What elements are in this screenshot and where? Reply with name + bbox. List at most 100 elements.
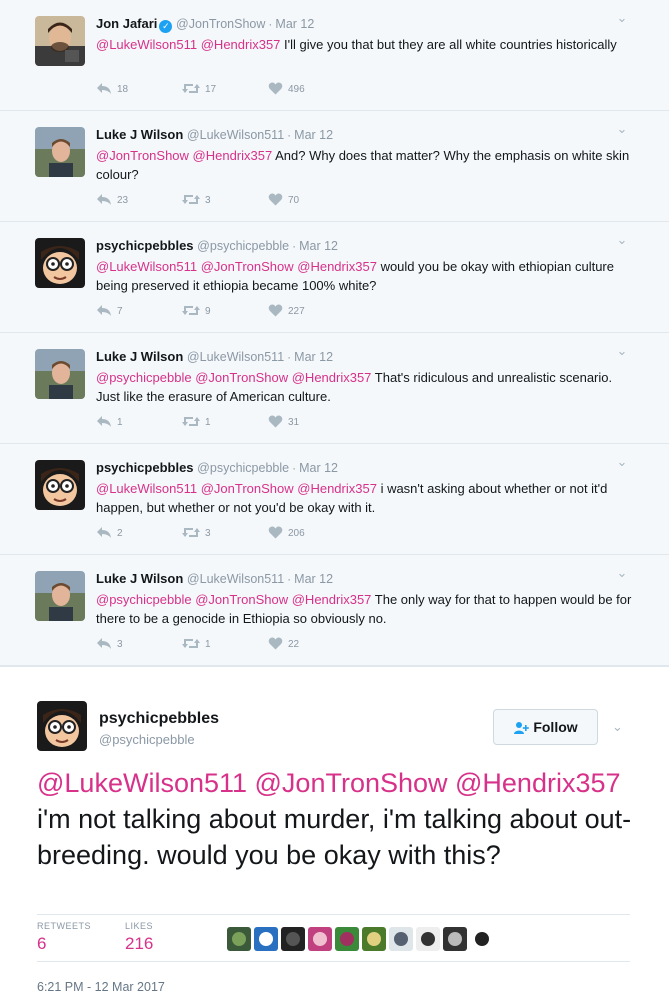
tweet-text: @psychicpebble @JonTronShow @Hendrix357 … [96, 368, 636, 406]
liker-avatar[interactable] [470, 927, 494, 951]
author-handle[interactable]: @LukeWilson511 [187, 572, 284, 586]
author-avatar[interactable] [35, 127, 85, 177]
like-count: 22 [288, 639, 300, 650]
tweet-time[interactable]: Mar 12 [294, 350, 333, 364]
author-avatar[interactable] [35, 238, 85, 288]
author-avatar[interactable] [35, 349, 85, 399]
retweets-stat[interactable]: RETWEETS 6 [37, 921, 91, 954]
tweet-text: @LukeWilson511 @JonTronShow @Hendrix357 … [96, 257, 636, 295]
like-button[interactable]: 70 [268, 193, 299, 206]
liker-avatar[interactable] [362, 927, 386, 951]
author-name[interactable]: Luke J Wilson [96, 349, 183, 364]
chevron-down-icon[interactable]: ⌄ [612, 719, 623, 735]
liker-avatar[interactable] [308, 927, 332, 951]
reply-button[interactable]: 23 [96, 193, 128, 206]
retweet-button[interactable]: 17 [182, 82, 216, 95]
tweet-mentions[interactable]: @LukeWilson511 @JonTronShow @Hendrix357 [96, 481, 377, 496]
tweet-time[interactable]: Mar 12 [294, 128, 333, 142]
main-tweet-mentions[interactable]: @LukeWilson511 @JonTronShow @Hendrix357 [37, 768, 621, 798]
reply-count: 18 [117, 84, 129, 95]
chevron-down-icon[interactable]: ⌄ [613, 454, 631, 472]
thread-tweet[interactable]: Jon Jafari ✓ @JonTronShow · Mar 12 ⌄ @LukeWil… [0, 0, 669, 111]
chevron-down-icon[interactable]: ⌄ [613, 10, 631, 28]
author-handle[interactable]: @psychicpebble [197, 461, 289, 475]
author-name[interactable]: Jon Jafari [96, 16, 157, 31]
reply-button[interactable]: 18 [96, 82, 128, 95]
tweet-text: @LukeWilson511 @Hendrix357 I'll give you… [96, 35, 636, 54]
thread-tweet[interactable]: psychicpebbles @psychicpebble · Mar 12 ⌄ @Lu… [0, 222, 669, 333]
tweet-time[interactable]: Mar 12 [275, 17, 314, 31]
like-button[interactable]: 227 [268, 304, 305, 317]
main-tweet-text: @LukeWilson511 @JonTronShow @Hendrix357 … [37, 765, 637, 873]
liker-avatar[interactable] [227, 927, 251, 951]
liker-avatar[interactable] [416, 927, 440, 951]
author-name[interactable]: Luke J Wilson [96, 127, 183, 142]
retweet-button[interactable]: 3 [182, 526, 211, 539]
liker-avatar[interactable] [335, 927, 359, 951]
thread-tweet[interactable]: Luke J Wilson @LukeWilson511 · Mar 12 ⌄ @psy… [0, 333, 669, 444]
likes-stat[interactable]: LIKES 216 [125, 921, 153, 954]
tweet-header: psychicpebbles @psychicpebble · Mar 12 [96, 460, 338, 475]
author-handle[interactable]: @JonTronShow [176, 17, 265, 31]
main-avatar[interactable] [37, 701, 87, 751]
chevron-down-icon[interactable]: ⌄ [613, 565, 631, 583]
tweet-time[interactable]: Mar 12 [299, 239, 338, 253]
retweet-button[interactable]: 1 [182, 637, 211, 650]
author-avatar[interactable] [35, 571, 85, 621]
like-button[interactable]: 22 [268, 637, 299, 650]
tweet-mentions[interactable]: @JonTronShow @Hendrix357 [96, 148, 272, 163]
follow-button[interactable]: Follow [493, 709, 598, 745]
reply-icon [97, 305, 111, 316]
tweet-mentions[interactable]: @LukeWilson511 @JonTronShow @Hendrix357 [96, 259, 377, 274]
liker-avatar[interactable] [443, 927, 467, 951]
reply-icon [97, 416, 111, 427]
thread-tweet[interactable]: psychicpebbles @psychicpebble · Mar 12 ⌄ @Lu… [0, 444, 669, 555]
author-name[interactable]: psychicpebbles [96, 460, 194, 475]
author-handle[interactable]: @LukeWilson511 [187, 128, 284, 142]
liker-avatar[interactable] [254, 927, 278, 951]
tweet-time[interactable]: Mar 12 [299, 461, 338, 475]
heart-icon [268, 415, 283, 428]
reply-button[interactable]: 2 [96, 526, 123, 539]
author-handle[interactable]: @LukeWilson511 [187, 350, 284, 364]
tweet-timestamp[interactable]: 6:21 PM - 12 Mar 2017 [37, 980, 165, 994]
reply-button[interactable]: 3 [96, 637, 123, 650]
retweets-label: RETWEETS [37, 921, 92, 931]
like-button[interactable]: 206 [268, 526, 305, 539]
likes-count: 216 [125, 934, 154, 953]
chevron-down-icon[interactable]: ⌄ [613, 232, 631, 250]
retweet-button[interactable]: 9 [182, 304, 211, 317]
like-button[interactable]: 496 [268, 82, 305, 95]
retweet-button[interactable]: 1 [182, 415, 211, 428]
author-name[interactable]: Luke J Wilson [96, 571, 183, 586]
retweets-count: 6 [37, 934, 47, 953]
liker-avatar[interactable] [281, 927, 305, 951]
tweet-header: Luke J Wilson @LukeWilson511 · Mar 12 [96, 349, 333, 364]
tweet-mentions[interactable]: @psychicpebble @JonTronShow @Hendrix357 [96, 592, 371, 607]
tweet-body: I'll give you that but they are all whit… [280, 37, 617, 52]
main-author-name[interactable]: psychicpebbles [99, 710, 219, 728]
tweet-mentions[interactable]: @psychicpebble @JonTronShow @Hendrix357 [96, 370, 371, 385]
tweet-mentions[interactable]: @LukeWilson511 @Hendrix357 [96, 37, 280, 52]
tweet-time[interactable]: Mar 12 [294, 572, 333, 586]
reply-icon [97, 194, 111, 205]
tweet-header: psychicpebbles @psychicpebble · Mar 12 [96, 238, 338, 253]
reply-button[interactable]: 7 [96, 304, 123, 317]
like-button[interactable]: 31 [268, 415, 299, 428]
chevron-down-icon[interactable]: ⌄ [613, 121, 631, 139]
main-author-handle[interactable]: @psychicpebble [99, 732, 195, 747]
likes-label: LIKES [125, 921, 154, 931]
author-handle[interactable]: @psychicpebble [197, 239, 289, 253]
reply-icon [97, 638, 111, 649]
like-count: 496 [288, 84, 305, 95]
heart-icon [268, 637, 283, 650]
thread-tweet[interactable]: Luke J Wilson @LukeWilson511 · Mar 12 ⌄ @psy… [0, 555, 669, 666]
author-avatar[interactable] [35, 16, 85, 66]
thread-tweet[interactable]: Luke J Wilson @LukeWilson511 · Mar 12 ⌄ @Jon… [0, 111, 669, 222]
reply-button[interactable]: 1 [96, 415, 123, 428]
liker-avatar[interactable] [389, 927, 413, 951]
author-avatar[interactable] [35, 460, 85, 510]
chevron-down-icon[interactable]: ⌄ [613, 343, 631, 361]
author-name[interactable]: psychicpebbles [96, 238, 194, 253]
retweet-button[interactable]: 3 [182, 193, 211, 206]
